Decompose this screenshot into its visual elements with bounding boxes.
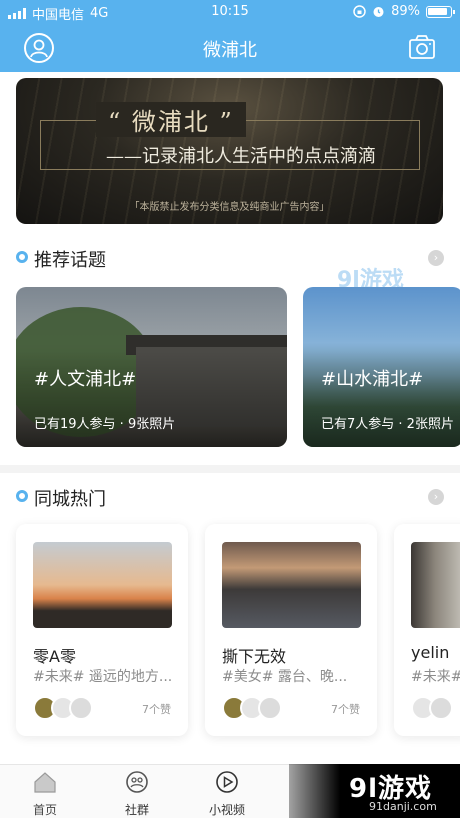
promo-banner[interactable]: “ 微浦北 ” ——记录浦北人生活中的点点滴滴 「本版禁止发布分类信息及纯商业广…	[16, 78, 443, 224]
topic-info: 已有7人参与 · 2张照片	[321, 417, 454, 432]
tab-community[interactable]: 社群	[102, 769, 172, 818]
liker-avatars	[222, 696, 282, 720]
banner-subtitle: ——记录浦北人生活中的点点滴滴	[106, 146, 376, 167]
chevron-right-icon[interactable]: ›	[428, 489, 444, 505]
topic-tag: #人文浦北#	[34, 369, 137, 390]
post-photo	[33, 542, 172, 628]
post-description: #未来# 遥远的地方...	[33, 669, 173, 685]
play-icon	[216, 771, 238, 793]
banner-title: “ 微浦北 ”	[96, 102, 246, 137]
page-title: 微浦北	[203, 40, 257, 61]
post-author: 撕下无效	[222, 647, 287, 666]
section-title: 同城热门	[34, 489, 106, 510]
status-bar: 中国电信 4G 10:15 89%	[0, 0, 460, 24]
chevron-right-icon[interactable]: ›	[428, 250, 444, 266]
like-count: 7个赞	[142, 703, 171, 716]
watermark-domain: 91danji.com	[369, 800, 437, 813]
avatar	[258, 696, 282, 720]
banner-notice: 「本版禁止发布分类信息及纯商业广告内容」	[129, 202, 330, 213]
alarm-icon	[373, 7, 384, 17]
post-photo	[411, 542, 460, 628]
hot-post-card[interactable]: 撕下无效 #美女# 露台、晚... 7个赞	[205, 524, 377, 736]
topic-card-landscape[interactable]: #山水浦北# 已有7人参与 · 2张照片	[303, 287, 460, 447]
community-icon	[126, 771, 148, 793]
tab-short-video[interactable]: 小视频	[192, 769, 262, 818]
home-icon	[34, 772, 56, 793]
section-divider	[0, 465, 460, 473]
like-count: 7个赞	[331, 703, 360, 716]
tab-label: 小视频	[208, 803, 245, 817]
city-hot-header: 同城热门 ›	[16, 484, 444, 510]
post-description: #美女# 露台、晚...	[222, 669, 348, 685]
top-navigation-bar: 微浦北	[0, 24, 460, 72]
avatar	[69, 696, 93, 720]
topic-info: 已有19人参与 · 9张照片	[34, 417, 176, 432]
tab-home[interactable]: 首页	[10, 769, 80, 818]
tab-label: 社群	[124, 803, 149, 817]
post-author: 零A零	[33, 647, 76, 666]
liker-avatars	[33, 696, 93, 720]
topic-card-humanities[interactable]: #人文浦北# 已有19人参与 · 9张照片	[16, 287, 287, 447]
avatar	[429, 696, 453, 720]
watermark-overlay: 9l游戏 91danji.com	[289, 764, 460, 818]
battery-percent: 89%	[391, 4, 420, 19]
liker-avatars	[411, 696, 453, 720]
camera-icon[interactable]	[408, 33, 436, 61]
battery-icon	[426, 5, 455, 18]
section-dot-icon	[16, 251, 28, 263]
lock-rotation-icon	[353, 5, 366, 18]
post-photo	[222, 542, 361, 628]
hot-post-card[interactable]: 零A零 #未来# 遥远的地方... 7个赞	[16, 524, 188, 736]
section-title: 推荐话题	[34, 250, 106, 271]
hot-post-card[interactable]: yelin #未来# 遥...	[394, 524, 460, 736]
section-dot-icon	[16, 490, 28, 502]
post-author: yelin	[411, 643, 450, 662]
tab-label: 首页	[32, 803, 57, 817]
topic-tag: #山水浦北#	[321, 369, 424, 390]
post-description: #未来# 遥...	[411, 669, 460, 685]
